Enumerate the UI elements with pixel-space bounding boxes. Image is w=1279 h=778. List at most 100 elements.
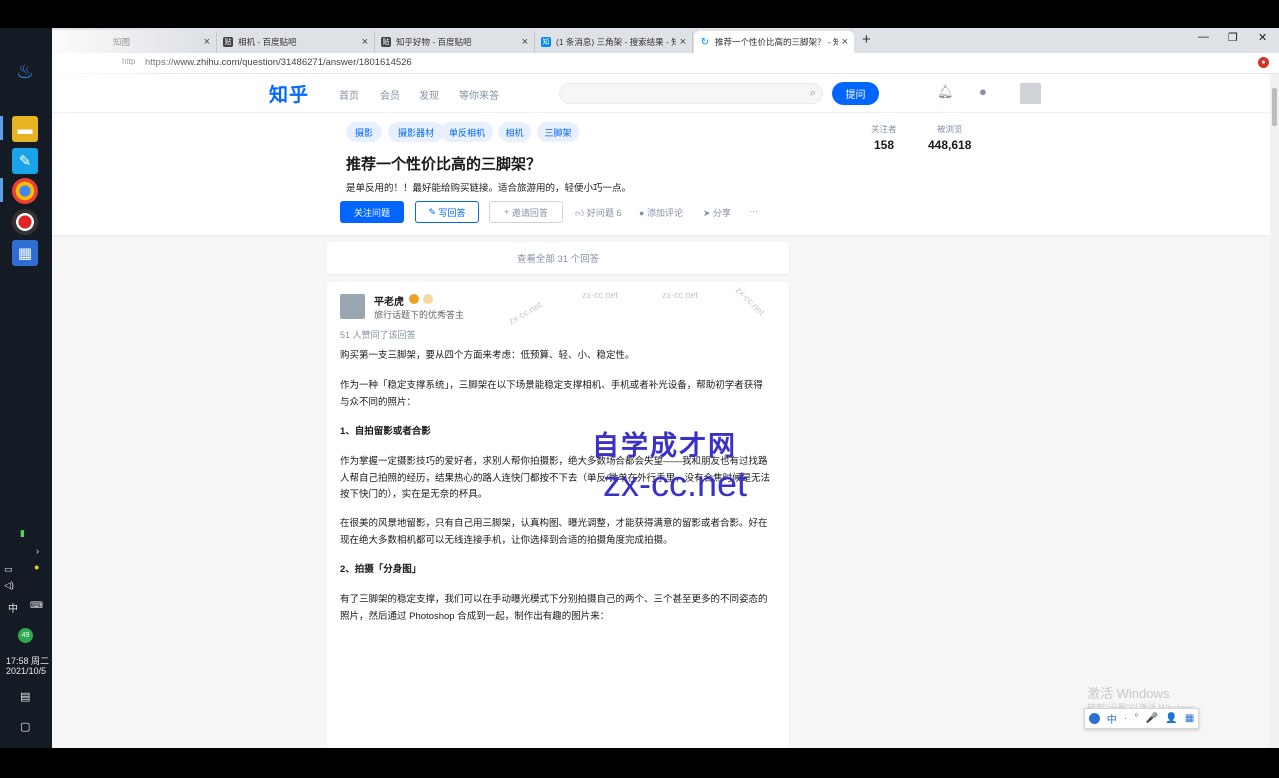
battery-icon[interactable]: ▮ bbox=[20, 528, 25, 539]
record-icon[interactable] bbox=[12, 209, 38, 235]
wechat-icon[interactable]: ● bbox=[34, 562, 39, 572]
loading-icon: ↻ bbox=[700, 36, 710, 48]
tieba-icon: 贴 bbox=[223, 37, 233, 47]
network-icon[interactable]: ▭ bbox=[4, 564, 13, 575]
follow-question-button[interactable]: 关注问题 bbox=[340, 201, 404, 223]
nav-membership[interactable]: 会员 bbox=[380, 87, 400, 102]
status-badge-icon[interactable]: 49 bbox=[18, 628, 33, 643]
maximize-icon[interactable]: ❐ bbox=[1228, 31, 1238, 44]
notification-icon[interactable]: ▢ bbox=[20, 720, 30, 733]
app-icon[interactable]: ♨ bbox=[12, 58, 38, 84]
topic-tag[interactable]: 单反相机 bbox=[441, 122, 493, 142]
message-icon[interactable]: ● bbox=[979, 84, 987, 99]
scrollbar-thumb[interactable] bbox=[1272, 88, 1277, 126]
tab-label: 知乎好物 - 百度贴吧 bbox=[396, 37, 472, 47]
tab-5-active[interactable]: ↻ 推荐一个性价比高的三脚架？ - 知 × bbox=[694, 31, 854, 53]
topic-tag[interactable]: 三脚架 bbox=[537, 122, 579, 142]
close-icon[interactable]: × bbox=[204, 36, 210, 48]
ime-indicator[interactable]: 中 bbox=[8, 600, 18, 615]
question-header: 摄影 摄影器材 单反相机 相机 三脚架 推荐一个性价比高的三脚架？ 是单反用的！… bbox=[52, 113, 1270, 236]
zhihu-logo[interactable]: 知乎 bbox=[269, 80, 309, 107]
comment-icon: ● bbox=[639, 208, 647, 218]
ime-punctuation[interactable]: · bbox=[1124, 713, 1127, 724]
search-icon[interactable]: ⌕ bbox=[810, 87, 816, 100]
bell-icon[interactable]: 🔔︎ bbox=[937, 84, 954, 100]
address-bar[interactable]: http https://www.zhihu.com/question/3148… bbox=[52, 53, 1279, 74]
answer-paragraph: 购买第一支三脚架，要从四个方面来考虑：低预算、轻、小、稳定性。 bbox=[340, 350, 635, 361]
tab-4[interactable]: 知 (1 条消息) 三角架 - 搜索结果 - 知 × bbox=[535, 31, 693, 53]
invite-answer-label: 邀请回答 bbox=[511, 207, 548, 218]
write-answer-button[interactable]: ✎ 写回答 bbox=[415, 201, 479, 223]
chevron-icon[interactable]: › bbox=[36, 546, 39, 556]
tieba-icon: 贴 bbox=[381, 37, 391, 47]
browser-window: 知图 × 贴 相机 - 百度贴吧 × 贴 知乎好物 - 百度贴吧 × 知 (1 … bbox=[52, 28, 1279, 748]
nav-waiting-answer[interactable]: 等你来答 bbox=[459, 87, 499, 102]
extension-icon[interactable]: ● bbox=[1258, 57, 1269, 68]
scrollbar[interactable] bbox=[1270, 74, 1279, 748]
calculator-icon[interactable]: ▦ bbox=[12, 240, 38, 266]
zhihu-icon: 知 bbox=[541, 37, 551, 47]
close-icon[interactable]: × bbox=[680, 36, 686, 48]
volume-icon[interactable]: ◁) bbox=[4, 580, 14, 591]
watermark-small: zx-cc.net bbox=[733, 284, 767, 318]
watermark-small: zx-cc.net bbox=[662, 290, 699, 300]
invite-icon: + bbox=[504, 207, 512, 217]
ime-symbol[interactable]: ° bbox=[1134, 713, 1138, 724]
user-icon[interactable]: 👤 bbox=[1165, 713, 1177, 724]
minimize-icon[interactable]: — bbox=[1198, 31, 1209, 43]
tab-label: 相机 - 百度贴吧 bbox=[238, 37, 297, 47]
window-close-icon[interactable]: ✕ bbox=[1258, 31, 1267, 44]
nav-discover[interactable]: 发现 bbox=[419, 87, 439, 102]
close-icon[interactable]: × bbox=[522, 36, 528, 48]
editor-icon[interactable]: ✎ bbox=[12, 148, 38, 174]
ime-chinese-toggle[interactable]: 中 bbox=[1107, 711, 1117, 726]
search-input[interactable]: ⌕ bbox=[559, 83, 823, 104]
chrome-icon[interactable] bbox=[12, 178, 38, 204]
topic-tag[interactable]: 摄影 bbox=[346, 122, 382, 142]
tab-3[interactable]: 贴 知乎好物 - 百度贴吧 × bbox=[375, 31, 535, 53]
followers-label: 关注者 bbox=[871, 124, 897, 134]
add-comment-label: 添加评论 bbox=[646, 208, 683, 218]
answer-paragraph: 有了三脚架的稳定支撑，我们可以在手动曝光模式下分别拍摄自己的两个、三个甚至更多的… bbox=[340, 594, 768, 622]
good-question-button[interactable]: 👍︎ 好问题 6 bbox=[575, 206, 621, 219]
view-all-answers-link[interactable]: 查看全部 31 个回答 bbox=[327, 242, 789, 274]
topic-tag[interactable]: 摄影器材 bbox=[388, 122, 444, 142]
active-indicator bbox=[0, 116, 3, 140]
close-icon[interactable]: × bbox=[362, 36, 368, 48]
invite-answer-button[interactable]: + 邀请回答 bbox=[489, 201, 563, 223]
close-icon[interactable]: × bbox=[842, 36, 848, 48]
tab-2[interactable]: 贴 相机 - 百度贴吧 × bbox=[217, 31, 375, 53]
topic-tag[interactable]: 相机 bbox=[498, 122, 531, 142]
question-detail: 是单反用的！！最好能给购买链接。适合旅游用的，轻便小巧一点。 bbox=[346, 183, 632, 194]
taskbar: ♨ ▬ ✎ ▦ ▮ › ▭ ● ◁) 中 ⌨ 49 17:58 周二 2021/… bbox=[0, 28, 52, 748]
author-bio: 旅行话题下的优秀答主 bbox=[374, 310, 465, 320]
share-label: 分享 bbox=[713, 208, 732, 218]
keyboard-icon[interactable]: ⌨ bbox=[30, 600, 43, 611]
folder-icon[interactable]: ▬ bbox=[12, 116, 38, 142]
share-button[interactable]: ➤ 分享 bbox=[703, 206, 731, 219]
microphone-icon[interactable]: 🎤 bbox=[1146, 713, 1158, 724]
author-name[interactable]: 平老虎 bbox=[374, 293, 404, 308]
screen: ♨ ▬ ✎ ▦ ▮ › ▭ ● ◁) 中 ⌨ 49 17:58 周二 2021/… bbox=[0, 0, 1279, 778]
avatar[interactable] bbox=[1020, 83, 1041, 104]
upvoters-count[interactable]: 51 人赞同了该回答 bbox=[340, 328, 416, 341]
tab-label: 推荐一个性价比高的三脚架？ - 知 bbox=[715, 37, 838, 47]
active-indicator-2 bbox=[0, 178, 3, 202]
ask-button[interactable]: 提问 bbox=[832, 82, 879, 105]
add-comment-button[interactable]: ● 添加评论 bbox=[639, 206, 683, 219]
views-count: 448,618 bbox=[928, 138, 972, 152]
grid-icon[interactable]: ▦ bbox=[1185, 713, 1194, 724]
clock-date[interactable]: 2021/10/5 bbox=[6, 666, 46, 676]
ime-toolbar[interactable]: 中 · ° 🎤 👤 ▦ bbox=[1084, 708, 1199, 729]
more-button[interactable]: ··· bbox=[749, 206, 758, 216]
good-question-label: 好问题 6 bbox=[586, 208, 622, 218]
windows-activation-title: 激活 Windows bbox=[1087, 686, 1170, 701]
notes-icon[interactable]: ▤ bbox=[20, 690, 30, 703]
question-title: 推荐一个性价比高的三脚架？ bbox=[346, 156, 542, 173]
ime-logo-icon[interactable] bbox=[1088, 713, 1100, 724]
author-avatar[interactable] bbox=[340, 294, 365, 319]
watermark-small: zx-cc.net bbox=[506, 299, 544, 327]
nav-home[interactable]: 首页 bbox=[339, 87, 359, 102]
zhihu-header: 知乎 首页 会员 发现 等你来答 ⌕ 提问 🔔︎ ● bbox=[52, 74, 1270, 113]
new-tab-button[interactable]: + bbox=[862, 31, 871, 48]
